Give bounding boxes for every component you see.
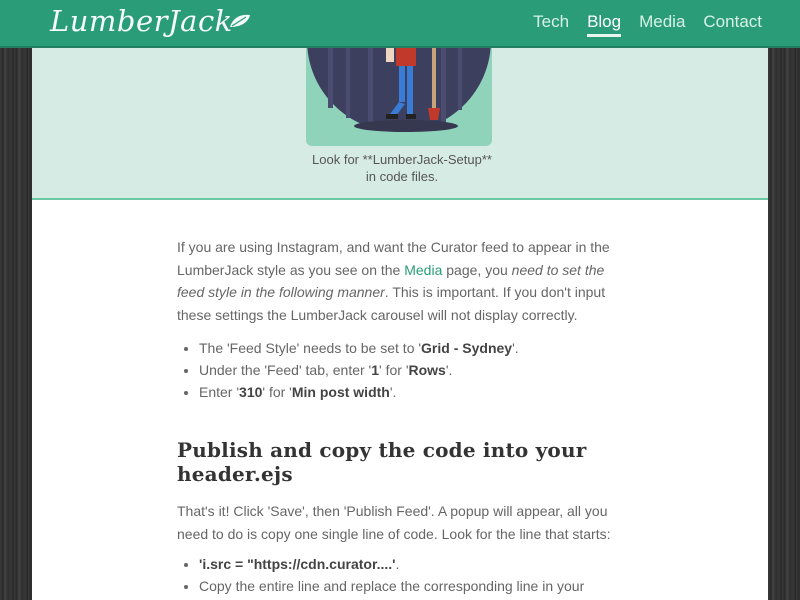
- hero-section: Look for **LumberJack-Setup** in code fi…: [32, 48, 768, 200]
- publish-steps-list: 'i.src = "https://cdn.curator....'. Copy…: [199, 553, 622, 600]
- bold-text: 'i.src = "https://cdn.curator....': [199, 556, 396, 572]
- caption-line-2: in code files.: [365, 169, 439, 184]
- list-item: The 'Feed Style' needs to be set to 'Gri…: [199, 337, 622, 359]
- main-nav: Tech Blog Media Contact: [533, 12, 762, 37]
- bold-text: 310: [239, 384, 263, 400]
- text-span: '.: [445, 362, 453, 378]
- list-item: Copy the entire line and replace the cor…: [199, 575, 622, 600]
- text-span: ' for ': [262, 384, 292, 400]
- text-span: '.: [512, 340, 519, 356]
- feed-settings-list: The 'Feed Style' needs to be set to 'Gri…: [199, 337, 622, 403]
- text-span: page, you: [442, 261, 512, 278]
- nav-blog[interactable]: Blog: [587, 12, 622, 37]
- article-body: If you are using Instagram, and want the…: [177, 236, 622, 600]
- media-link[interactable]: Media: [404, 262, 442, 278]
- nav-media[interactable]: Media: [639, 12, 685, 37]
- list-item: 'i.src = "https://cdn.curator....'.: [199, 553, 622, 575]
- brand-logo[interactable]: LumberJack: [50, 4, 233, 38]
- list-item: Under the 'Feed' tab, enter '1' for 'Row…: [199, 359, 622, 381]
- paragraph-curator-intro: If you are using Instagram, and want the…: [177, 236, 622, 326]
- nav-contact[interactable]: Contact: [703, 12, 762, 37]
- text-span: Enter ': [199, 384, 240, 400]
- section-heading: Publish and copy the code into your head…: [177, 438, 587, 486]
- hero-caption: Look for **LumberJack-Setup** in code fi…: [262, 151, 542, 185]
- lumberjack-illustration: [307, 48, 491, 132]
- paragraph-publish: That's it! Click 'Save', then 'Publish F…: [177, 503, 611, 542]
- bold-text: Rows: [408, 362, 446, 378]
- bold-text: Min post width: [291, 384, 390, 400]
- nav-tech[interactable]: Tech: [533, 12, 569, 37]
- text-span: '.: [389, 384, 397, 400]
- wood-background-right: [768, 0, 800, 600]
- text-span: Under the 'Feed' tab, enter ': [199, 362, 372, 378]
- navbar: LumberJack Tech Blog Media Contact: [0, 0, 800, 48]
- bold-text: 1: [371, 362, 380, 378]
- list-item: Enter '310' for 'Min post width'.: [199, 381, 622, 403]
- text-span: .: [395, 556, 400, 572]
- wood-background-left: [0, 0, 32, 600]
- caption-line-1: Look for **LumberJack-Setup**: [312, 152, 492, 167]
- leaf-icon: [230, 14, 250, 27]
- content-column: Look for **LumberJack-Setup** in code fi…: [32, 48, 768, 600]
- bold-text: Grid - Sydney: [421, 340, 513, 356]
- hero-image-card: [306, 48, 492, 146]
- text-span: ' for ': [379, 362, 409, 378]
- text-span: The 'Feed Style' needs to be set to ': [199, 340, 422, 356]
